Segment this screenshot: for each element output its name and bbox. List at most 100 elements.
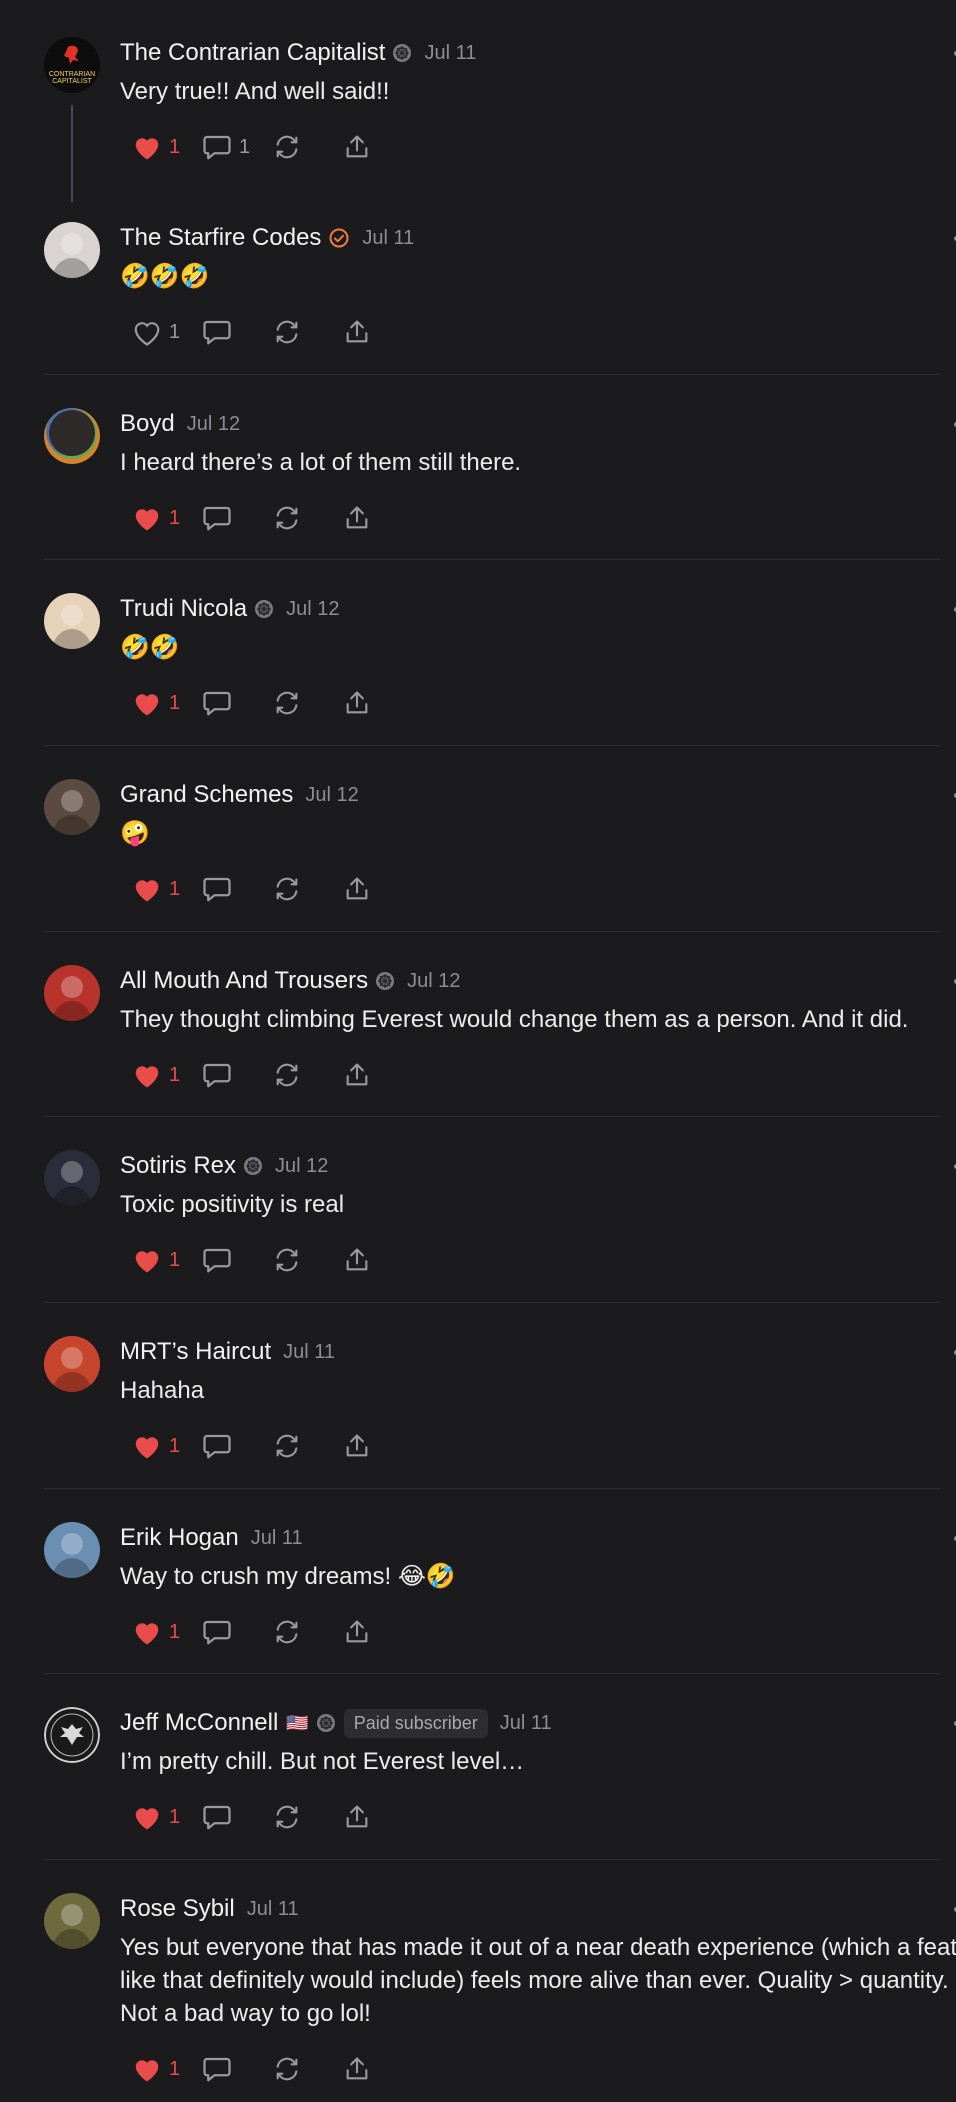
author-name[interactable]: MRT’s Haircut xyxy=(120,1338,271,1366)
comment-date[interactable]: Jul 12 xyxy=(407,970,460,993)
comment-header: Jeff McConnell 🇺🇸 Paid subscriber Jul 11 xyxy=(120,1707,552,1739)
share-button[interactable] xyxy=(342,1803,412,1831)
share-icon xyxy=(342,1803,372,1831)
heart-filled-icon xyxy=(132,689,162,717)
share-icon xyxy=(342,1432,372,1460)
author-name[interactable]: Sotiris Rex xyxy=(120,1152,236,1180)
author-name[interactable]: Erik Hogan xyxy=(120,1524,239,1552)
comment-actions: 1 xyxy=(132,1058,412,1092)
reply-button[interactable] xyxy=(202,2055,272,2083)
like-button[interactable]: 1 xyxy=(132,1246,202,1274)
like-button[interactable]: 1 xyxy=(132,133,202,161)
divider xyxy=(44,559,940,560)
reply-button[interactable] xyxy=(202,318,272,346)
comment-date[interactable]: Jul 12 xyxy=(286,598,339,621)
heart-filled-icon xyxy=(132,1803,162,1831)
restack-button[interactable] xyxy=(272,1061,342,1089)
author-name[interactable]: Jeff McConnell xyxy=(120,1709,278,1737)
reply-button[interactable] xyxy=(202,1803,272,1831)
share-button[interactable] xyxy=(342,2055,412,2083)
share-icon xyxy=(342,1618,372,1646)
share-button[interactable] xyxy=(342,1618,412,1646)
avatar[interactable] xyxy=(44,1336,100,1392)
reply-button[interactable]: 1 xyxy=(202,133,272,161)
avatar[interactable] xyxy=(44,965,100,1021)
restack-icon xyxy=(272,2055,302,2083)
reply-button[interactable] xyxy=(202,1061,272,1089)
comment-date[interactable]: Jul 11 xyxy=(500,1712,552,1735)
restack-button[interactable] xyxy=(272,318,342,346)
comment-date[interactable]: Jul 11 xyxy=(424,42,476,65)
comment-text: I’m pretty chill. But not Everest level… xyxy=(120,1748,525,1775)
founding-member-icon xyxy=(243,1156,263,1176)
comment-date[interactable]: Jul 11 xyxy=(283,1341,335,1364)
avatar[interactable] xyxy=(44,779,100,835)
like-button[interactable]: 1 xyxy=(132,1061,202,1089)
avatar[interactable] xyxy=(44,593,100,649)
comment-date[interactable]: Jul 11 xyxy=(251,1527,303,1550)
comment-date[interactable]: Jul 11 xyxy=(247,1898,299,1921)
share-button[interactable] xyxy=(342,875,412,903)
restack-button[interactable] xyxy=(272,1803,342,1831)
restack-button[interactable] xyxy=(272,1618,342,1646)
avatar[interactable] xyxy=(44,1522,100,1578)
restack-button[interactable] xyxy=(272,133,342,161)
reply-button[interactable] xyxy=(202,1618,272,1646)
restack-button[interactable] xyxy=(272,504,342,532)
comment-text: Very true!! And well said!! xyxy=(120,78,390,105)
restack-button[interactable] xyxy=(272,2055,342,2083)
comment-bubble-icon xyxy=(202,1618,232,1646)
author-name[interactable]: Rose Sybil xyxy=(120,1895,235,1923)
like-button[interactable]: 1 xyxy=(132,1618,202,1646)
share-button[interactable] xyxy=(342,504,412,532)
heart-filled-icon xyxy=(132,875,162,903)
share-button[interactable] xyxy=(342,1061,412,1089)
like-button[interactable]: 1 xyxy=(132,875,202,903)
avatar[interactable] xyxy=(44,1150,100,1206)
comment-date[interactable]: Jul 12 xyxy=(187,413,240,436)
author-name[interactable]: Boyd xyxy=(120,410,175,438)
share-button[interactable] xyxy=(342,133,412,161)
author-name[interactable]: All Mouth And Trousers xyxy=(120,967,368,995)
restack-button[interactable] xyxy=(272,1246,342,1274)
author-name[interactable]: Trudi Nicola xyxy=(120,595,247,623)
restack-button[interactable] xyxy=(272,875,342,903)
share-button[interactable] xyxy=(342,689,412,717)
reply-button[interactable] xyxy=(202,689,272,717)
like-button[interactable]: 1 xyxy=(132,689,202,717)
avatar[interactable] xyxy=(44,1893,100,1949)
avatar[interactable] xyxy=(44,1707,100,1763)
heart-filled-icon xyxy=(132,1618,162,1646)
like-button[interactable]: 1 xyxy=(132,318,202,346)
comment-date[interactable]: Jul 12 xyxy=(275,1155,328,1178)
avatar[interactable]: CONTRARIAN CAPITALIST xyxy=(44,37,100,93)
comment-actions: 1 xyxy=(132,1615,412,1649)
heart-filled-icon xyxy=(132,1061,162,1089)
divider xyxy=(44,1673,940,1674)
share-icon xyxy=(342,1246,372,1274)
author-name[interactable]: Grand Schemes xyxy=(120,781,293,809)
divider xyxy=(44,1116,940,1117)
comment-date[interactable]: Jul 11 xyxy=(362,227,414,250)
like-button[interactable]: 1 xyxy=(132,504,202,532)
share-button[interactable] xyxy=(342,318,412,346)
restack-button[interactable] xyxy=(272,1432,342,1460)
comment-bubble-icon xyxy=(202,133,232,161)
reply-button[interactable] xyxy=(202,875,272,903)
reply-button[interactable] xyxy=(202,1432,272,1460)
like-button[interactable]: 1 xyxy=(132,2055,202,2083)
restack-button[interactable] xyxy=(272,689,342,717)
author-name[interactable]: The Starfire Codes xyxy=(120,224,321,252)
reply-button[interactable] xyxy=(202,504,272,532)
share-button[interactable] xyxy=(342,1246,412,1274)
comment-bubble-icon xyxy=(202,504,232,532)
founding-member-icon xyxy=(254,599,274,619)
comment-date[interactable]: Jul 12 xyxy=(305,784,358,807)
like-button[interactable]: 1 xyxy=(132,1432,202,1460)
avatar[interactable] xyxy=(44,222,100,278)
share-button[interactable] xyxy=(342,1432,412,1460)
author-name[interactable]: The Contrarian Capitalist xyxy=(120,39,385,67)
reply-button[interactable] xyxy=(202,1246,272,1274)
avatar[interactable] xyxy=(44,408,100,464)
like-button[interactable]: 1 xyxy=(132,1803,202,1831)
